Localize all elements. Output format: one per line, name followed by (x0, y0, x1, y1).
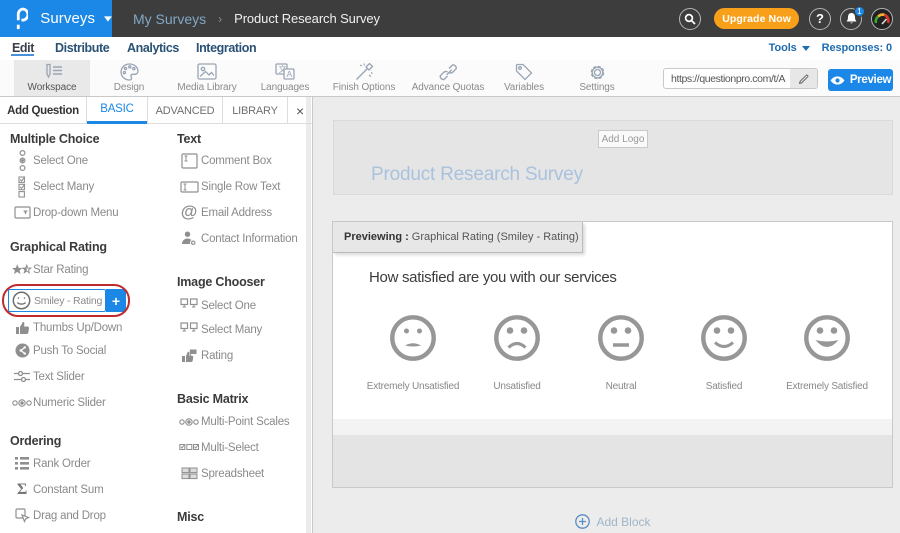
svg-text:A: A (287, 69, 293, 79)
